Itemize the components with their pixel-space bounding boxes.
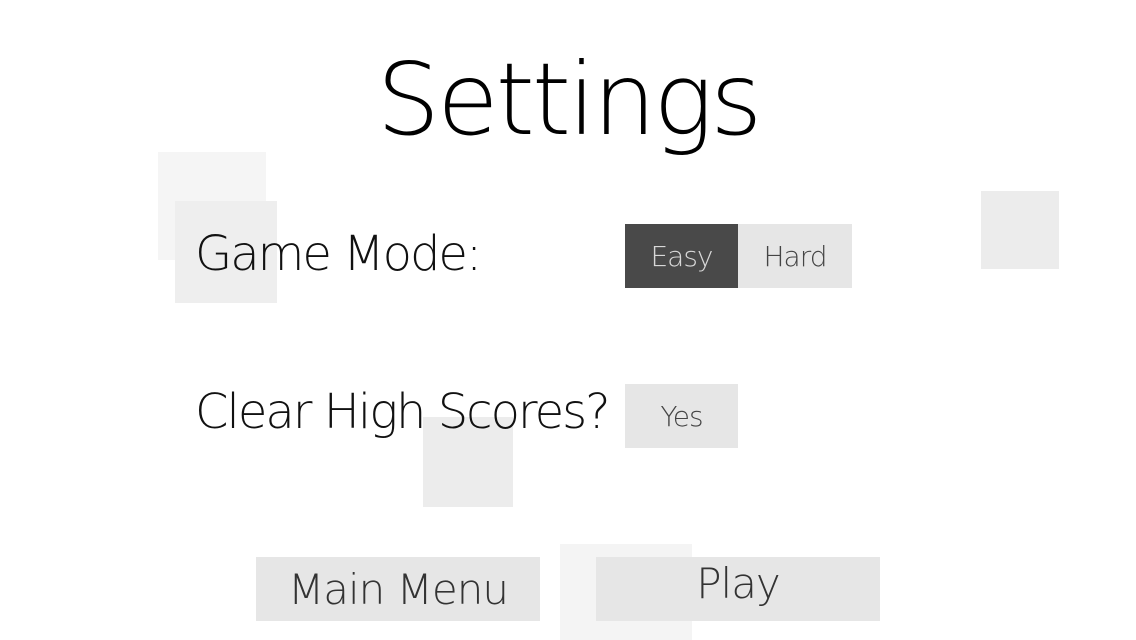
play-button[interactable]: Play — [596, 557, 880, 621]
settings-screen: Settings Game Mode: Easy Hard Clear High… — [0, 0, 1136, 640]
clear-high-scores-label: Clear High Scores? — [195, 384, 611, 440]
main-menu-button[interactable]: Main Menu — [256, 557, 540, 621]
page-title: Settings — [376, 41, 763, 158]
game-mode-label: Game Mode: — [195, 226, 482, 282]
easy-mode-button[interactable]: Easy — [625, 224, 738, 288]
decorative-square — [981, 191, 1059, 269]
clear-high-scores-yes-button[interactable]: Yes — [625, 384, 738, 448]
hard-mode-button[interactable]: Hard — [738, 224, 852, 288]
